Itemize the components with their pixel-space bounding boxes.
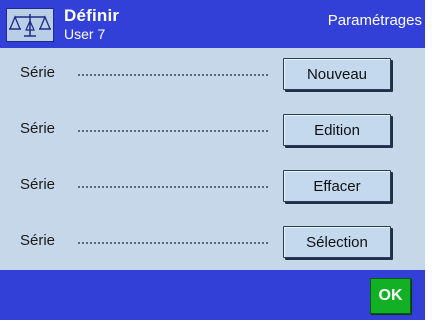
header-bar: Définir User 7 Paramétrages (0, 0, 425, 48)
ok-button[interactable]: OK (370, 278, 411, 314)
balance-scale-icon (6, 8, 54, 42)
series-row-edit: Série Edition (0, 104, 425, 154)
page-title: Définir (64, 6, 120, 25)
terminal-screen: Définir User 7 Paramétrages Série Nouvea… (0, 0, 425, 320)
row-label: Série (20, 232, 56, 249)
dotted-leader (78, 242, 268, 244)
new-button[interactable]: Nouveau (283, 58, 391, 90)
delete-button[interactable]: Effacer (283, 170, 391, 202)
section-label: Paramétrages (327, 12, 422, 29)
edit-button[interactable]: Edition (283, 114, 391, 146)
row-label: Série (20, 64, 56, 81)
user-label: User 7 (64, 26, 106, 42)
series-row-new: Série Nouveau (0, 48, 425, 98)
series-list: Série Nouveau Série Edition Série Efface… (0, 48, 425, 270)
dotted-leader (78, 186, 268, 188)
series-row-select: Série Sélection (0, 216, 425, 266)
series-row-delete: Série Effacer (0, 160, 425, 210)
dotted-leader (78, 74, 268, 76)
row-label: Série (20, 176, 56, 193)
dotted-leader (78, 130, 268, 132)
selection-button[interactable]: Sélection (283, 226, 391, 258)
row-label: Série (20, 120, 56, 137)
footer-bar: OK (0, 270, 425, 320)
